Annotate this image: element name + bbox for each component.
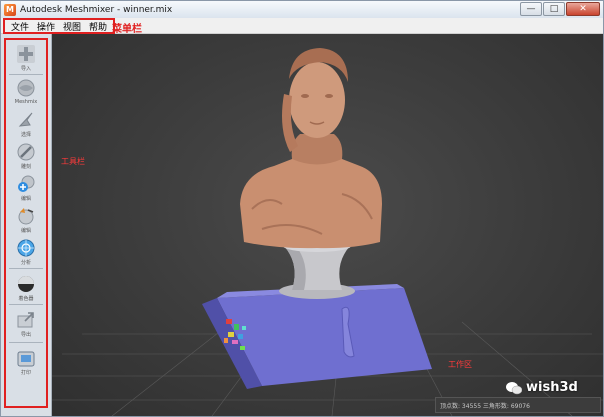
3d-viewport[interactable]: 工具栏 工作区 顶点数: 34555 三角形数: 69076 (52, 34, 603, 416)
menubar-annotation-label: 菜单栏 (112, 24, 142, 35)
import-plus-icon (17, 45, 35, 63)
tool-meshmix-label: Meshmix (14, 99, 38, 105)
toolbar-divider (9, 74, 43, 75)
purple-base (202, 284, 432, 389)
toolbar-annotation-label: 工具栏 (61, 157, 85, 166)
tool-analysis-label: 分析 (20, 260, 31, 266)
menu-file[interactable]: 文件 (7, 20, 33, 33)
toolbar-divider (9, 304, 43, 305)
app-window: M Autodesk Meshmixer - winner.mix — □ ✕ … (0, 0, 604, 417)
tool-edit[interactable]: 编辑 (8, 206, 44, 236)
watermark-text: wish3d (526, 380, 578, 395)
tool-analysis[interactable]: 分析 (8, 238, 44, 268)
analysis-icon (17, 239, 35, 257)
sculpt-brush-icon (17, 143, 35, 161)
tool-select[interactable]: 选择 (8, 110, 44, 140)
grey-pedestal (279, 240, 355, 299)
tool-import[interactable]: 导入 (8, 44, 44, 74)
scene-canvas (52, 48, 603, 416)
left-toolbar: 导入 Meshmix 选择 雕刻 编辑 编辑 分析 着色器 导出 打印 (1, 34, 52, 416)
tool-sculpt[interactable]: 雕刻 (8, 142, 44, 172)
tool-shaders[interactable]: 着色器 (8, 274, 44, 304)
tool-import-label: 导入 (20, 66, 31, 72)
menu-view[interactable]: 视图 (59, 20, 85, 33)
toolbar-divider (9, 268, 43, 269)
bust-sculpture (240, 48, 382, 249)
tool-sculpt-label: 雕刻 (20, 164, 31, 170)
tool-print[interactable]: 打印 (8, 348, 44, 378)
minimize-button[interactable]: — (520, 2, 542, 16)
shaders-icon (18, 276, 34, 292)
title-bar: M Autodesk Meshmixer - winner.mix — □ ✕ (1, 1, 603, 18)
meshmixer-app-icon: M (4, 3, 16, 16)
menu-bar: 文件 操作 视图 帮助 菜单栏 (1, 18, 603, 35)
toolbar-highlight-box: 导入 Meshmix 选择 雕刻 编辑 编辑 分析 着色器 导出 打印 (4, 38, 48, 408)
tool-export-label: 导出 (20, 332, 31, 338)
tool-edit-stamp-label: 编辑 (20, 196, 31, 202)
mesh-stats-status: 顶点数: 34555 三角形数: 69076 (435, 397, 601, 413)
tool-shaders-label: 着色器 (18, 296, 34, 302)
workspace-annotation-label: 工作区 (448, 360, 472, 369)
wechat-logo-icon (506, 381, 522, 394)
close-button[interactable]: ✕ (566, 2, 600, 16)
tool-edit-stamp[interactable]: 编辑 (8, 174, 44, 204)
tool-export[interactable]: 导出 (8, 310, 44, 340)
export-icon (17, 312, 34, 328)
toolbar-divider (9, 342, 43, 343)
maximize-button[interactable]: □ (543, 2, 565, 16)
tool-select-label: 选择 (20, 132, 31, 138)
menu-bar-highlight-box: 文件 操作 视图 帮助 (3, 18, 116, 34)
print-icon (17, 351, 35, 367)
tool-edit-label: 编辑 (20, 228, 31, 234)
menu-actions[interactable]: 操作 (33, 20, 59, 33)
wish3d-watermark: wish3d (506, 380, 578, 395)
meshmix-sphere-icon (17, 79, 35, 97)
window-controls: — □ ✕ (520, 2, 600, 16)
edit-tools-icon (18, 208, 34, 225)
tool-print-label: 打印 (20, 370, 31, 376)
window-title: Autodesk Meshmixer - winner.mix (20, 4, 173, 15)
edit-stamp-icon (18, 175, 35, 192)
menu-help[interactable]: 帮助 (85, 20, 111, 33)
select-arrow-icon (18, 112, 33, 127)
tool-meshmix[interactable]: Meshmix (8, 78, 44, 108)
